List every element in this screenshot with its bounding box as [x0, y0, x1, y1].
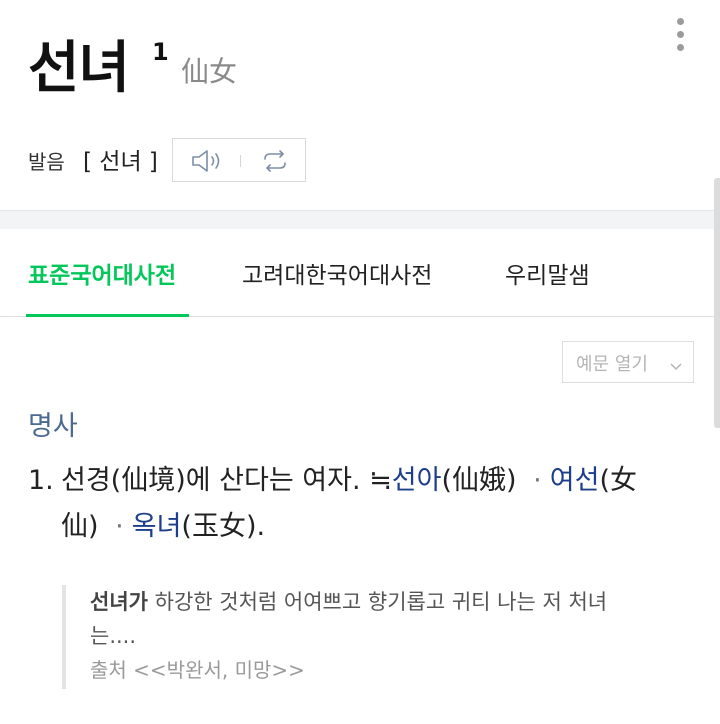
pronunciation-label: 발음	[28, 150, 65, 174]
more-options-icon[interactable]	[672, 18, 688, 58]
show-examples-button[interactable]: 예문 열기	[562, 341, 694, 383]
entry-hanja: 仙女	[181, 55, 238, 88]
synonym-link-seona[interactable]: 선아	[392, 465, 442, 496]
tab-urimalsaem[interactable]: 우리말샘	[505, 256, 590, 290]
entry-word: 선녀	[28, 36, 130, 101]
audio-divider	[240, 155, 241, 167]
separator-dot: ·	[115, 511, 124, 542]
chevron-down-icon	[670, 355, 682, 376]
synonym-hanja: (玉女).	[181, 511, 266, 542]
separator-dot: ·	[533, 465, 542, 496]
pronunciation-value: [ 선녀 ]	[83, 149, 158, 175]
synonym-hanja: 仙)	[61, 511, 99, 542]
part-of-speech: 명사	[28, 411, 78, 442]
tab-standard-dictionary[interactable]: 표준국어대사전	[28, 256, 176, 290]
homonym-number: 1	[152, 38, 169, 66]
example-keyword: 선녀가	[90, 590, 148, 614]
section-divider	[0, 210, 720, 229]
scroll-handle[interactable]	[714, 178, 720, 428]
example-text-continued: 는....	[90, 624, 137, 648]
repeat-icon[interactable]	[255, 147, 295, 175]
dictionary-tabs: 표준국어대사전 고려대한국어대사전 우리말샘	[0, 228, 714, 317]
tab-korea-univ-dictionary[interactable]: 고려대한국어대사전	[242, 256, 432, 290]
example-sentence: 선녀가 하강한 것처럼 어여쁘고 향기롭고 귀티 나는 저 처녀 는.... 출…	[62, 585, 702, 689]
definition-number: 1.	[28, 465, 54, 496]
example-text: 선녀가 하강한 것처럼 어여쁘고 향기롭고 귀티 나는 저 처녀	[90, 590, 608, 614]
show-examples-label: 예문 열기	[576, 354, 648, 375]
synonym-hanja: (女	[599, 465, 637, 496]
synonym-hanja: (仙娥)	[441, 465, 517, 496]
example-source: 출처 <<박완서, 미망>>	[90, 658, 305, 682]
synonym-mark: ≒	[369, 465, 392, 496]
pronunciation-row: 발음 [ 선녀 ]	[28, 138, 318, 184]
synonym-link-okneo[interactable]: 옥녀	[132, 511, 182, 542]
definition-text: 선경(仙境)에 산다는 여자.	[61, 465, 361, 496]
active-tab-indicator	[26, 314, 189, 317]
audio-controls	[172, 138, 306, 182]
synonym-link-yeoseon[interactable]: 여선	[550, 465, 600, 496]
speaker-icon[interactable]	[187, 147, 227, 175]
